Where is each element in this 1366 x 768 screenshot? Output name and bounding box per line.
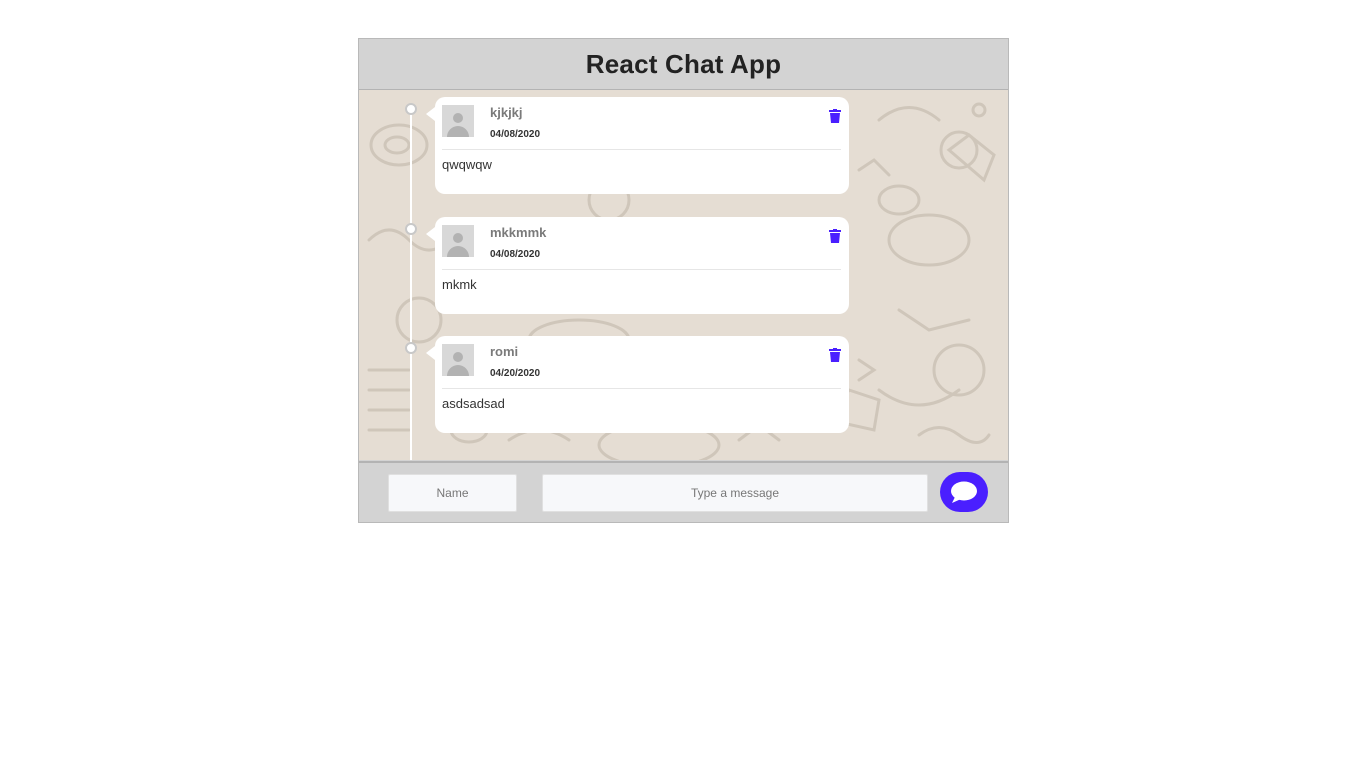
message-text: mkmk [442,277,477,292]
card-divider [442,149,841,150]
trash-icon[interactable] [829,109,841,123]
page-title: React Chat App [585,48,782,79]
send-button[interactable] [940,472,988,512]
timeline-line [410,109,412,460]
trash-icon[interactable] [829,229,841,243]
message-text: asdsadsad [442,396,505,411]
message-text: qwqwqw [442,157,492,172]
message-card: romi 04/20/2020 asdsadsad [426,336,849,433]
chat-area[interactable]: kjkjkj 04/08/2020 qwqwqw mkkmmk 04/08/20… [359,90,1008,460]
message-date: 04/20/2020 [490,368,541,379]
timeline-dot [405,103,417,115]
message-date: 04/08/2020 [490,129,541,140]
trash-icon[interactable] [829,348,841,362]
message-date: 04/08/2020 [490,249,541,260]
chat-bubble-icon [951,481,977,503]
app-header: React Chat App [359,39,1008,90]
message-card: kjkjkj 04/08/2020 qwqwqw [426,97,849,194]
message-card: mkkmmk 04/08/2020 mkmk [426,217,849,314]
chat-app: React Chat App kjkjkj 04/08/2020 qwqwqw … [358,38,1009,523]
card-divider [442,388,841,389]
composer-bar [359,461,1008,522]
message-author: romi [490,344,519,359]
message-input[interactable] [542,474,928,512]
avatar [442,105,474,137]
message-author: mkkmmk [490,225,547,240]
name-input[interactable] [388,474,517,512]
avatar [442,344,474,376]
timeline-dot [405,342,417,354]
card-divider [442,269,841,270]
avatar [442,225,474,257]
message-author: kjkjkj [490,105,523,120]
timeline-dot [405,223,417,235]
